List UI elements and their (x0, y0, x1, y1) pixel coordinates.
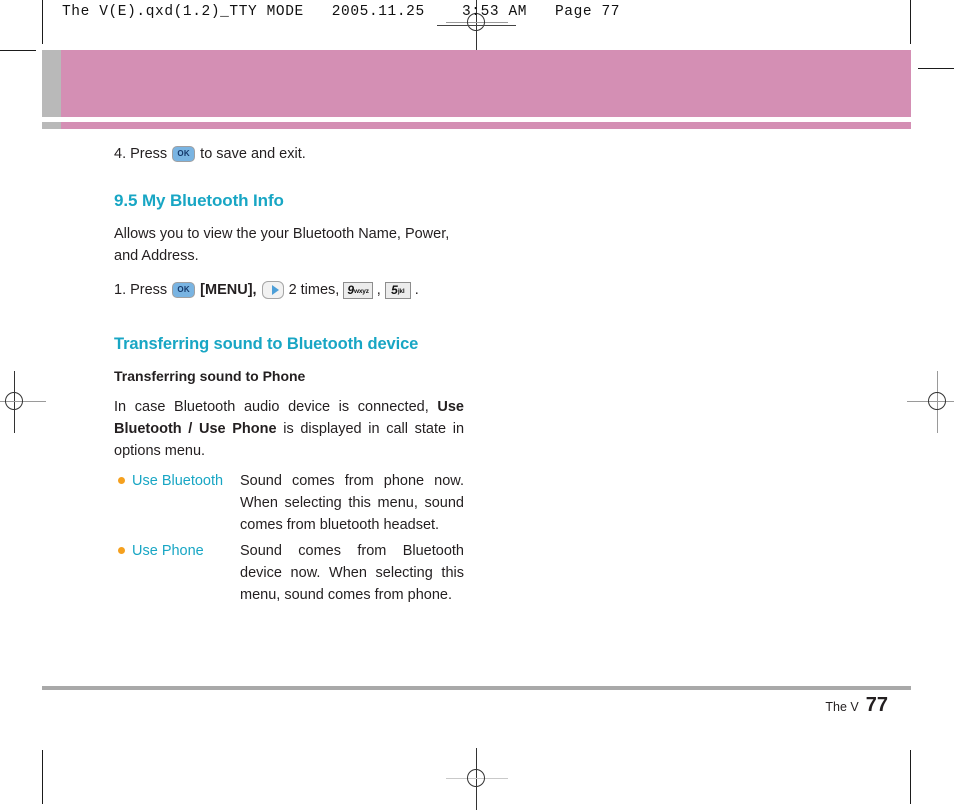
print-slug-text: The V(E).qxd(1.2)_TTY MODE 2005.11.25 3:… (62, 4, 621, 20)
step-4-number: 4. (114, 146, 127, 162)
footer-book-title: The V (825, 700, 859, 714)
step-1-menu-label: [MENU], (200, 282, 257, 298)
bullet-dot-icon (118, 477, 125, 484)
page-content: 4. Press OK to save and exit. 9.5 My Blu… (114, 143, 464, 610)
step-1-press-label: Press (130, 282, 168, 298)
print-slug-underline (437, 25, 516, 26)
step-1-line: 1. Press OK [MENU], 2 times, 9wxyz , 5jk… (114, 279, 464, 301)
numeric-key-5-icon: 5jkl (384, 281, 411, 299)
numeric-key-9-icon: 9wxyz (343, 281, 373, 299)
step-1-comma: , (376, 282, 381, 298)
key-9-digit: 9 (347, 282, 355, 297)
right-arrow-key-icon (261, 281, 284, 299)
step-4-tail: to save and exit. (200, 146, 306, 162)
banner-bottom-rule-tab (42, 122, 61, 129)
section-intro-paragraph: Allows you to view the your Bluetooth Na… (114, 226, 450, 264)
step-1-number: 1. (114, 282, 127, 298)
footer-divider (42, 686, 911, 690)
crop-mark-top-left (42, 0, 43, 44)
registration-mark-bottom (446, 748, 508, 810)
step-1-period: . (414, 282, 419, 298)
list-item: Use Phone Sound comes from Bluetooth dev… (114, 540, 464, 606)
page-number: 77 (865, 694, 888, 716)
banner-left-tab (42, 50, 61, 117)
step-4-press-label: Press (130, 146, 168, 162)
key-9-letters: wxyz (354, 287, 369, 295)
crop-mark-right-upper (918, 68, 954, 69)
option-description-use-bluetooth: Sound comes from phone now. When selecti… (240, 473, 464, 533)
page-banner (42, 50, 911, 117)
bullet-dot-icon (118, 547, 125, 554)
transfer-paragraph: In case Bluetooth audio device is connec… (114, 396, 464, 462)
key-5-digit: 5 (391, 282, 398, 297)
crop-mark-left-upper (0, 50, 36, 51)
ok-key-icon: OK (172, 146, 196, 162)
ok-key-icon: OK (172, 282, 196, 298)
section-title-transferring-sound: Transferring sound to Bluetooth device (114, 335, 419, 353)
key-5-letters: jkl (397, 287, 405, 295)
transfer-paragraph-part1: In case Bluetooth audio device is connec… (114, 399, 438, 415)
banner-bottom-rule (42, 122, 911, 129)
subsection-title-transferring-to-phone: Transferring sound to Phone (114, 368, 306, 384)
registration-mark-right (907, 371, 954, 433)
registration-mark-left (0, 371, 46, 433)
footer: The V 77 (825, 694, 888, 717)
step-4-line: 4. Press OK to save and exit. (114, 143, 464, 165)
list-item: Use Bluetooth Sound comes from phone now… (114, 470, 464, 536)
option-label-use-phone: Use Phone (132, 543, 204, 559)
option-label-use-bluetooth: Use Bluetooth (132, 473, 224, 489)
crop-mark-bottom-right (910, 750, 911, 804)
option-description-use-phone: Sound comes from Bluetooth device now. W… (240, 543, 464, 603)
crop-mark-bottom-left (42, 750, 43, 804)
step-1-times-label: 2 times, (288, 282, 340, 298)
section-title-9-5: 9.5 My Bluetooth Info (114, 191, 284, 210)
crop-mark-top-right (910, 0, 911, 44)
options-list: Use Bluetooth Sound comes from phone now… (114, 470, 464, 606)
